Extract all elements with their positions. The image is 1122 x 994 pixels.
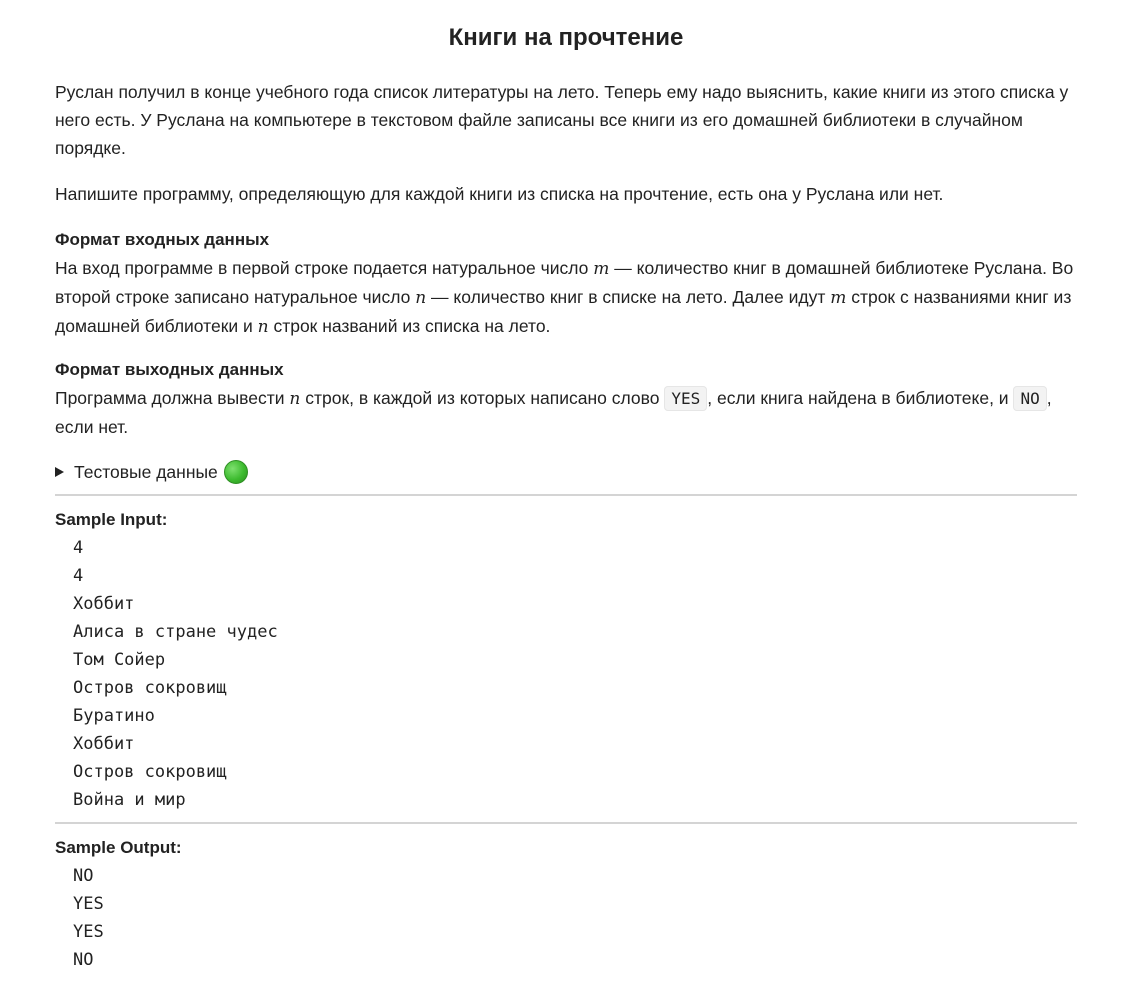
sample-output-line: YES bbox=[73, 894, 104, 914]
sample-input-line: Буратино bbox=[73, 706, 155, 726]
disclosure-triangle-icon bbox=[55, 467, 64, 477]
sample-output-block: NO YES YES NO bbox=[73, 862, 104, 974]
test-data-label: Тестовые данные bbox=[74, 462, 218, 482]
math-var-m: m bbox=[593, 259, 610, 279]
code-no: NO bbox=[1013, 386, 1047, 411]
sample-input-line: Хоббит bbox=[73, 734, 135, 754]
math-var-n: n bbox=[289, 389, 301, 409]
green-circle-icon bbox=[223, 460, 248, 484]
math-var-m: m bbox=[830, 288, 847, 308]
input-format-text: На вход программе в первой строке подает… bbox=[55, 254, 1077, 341]
sample-input-line: 4 bbox=[73, 566, 84, 586]
sample-output-line: NO bbox=[73, 866, 94, 886]
task-description: Руслан получил в конце учебного года спи… bbox=[55, 82, 1069, 158]
sample-input-line: Хоббит bbox=[73, 594, 135, 614]
input-format-text-3: — количество книг в списке на лето. Дале… bbox=[426, 287, 831, 307]
sample-input-line: Остров сокровищ bbox=[73, 762, 227, 782]
math-var-n: n bbox=[257, 317, 269, 337]
page-title: Книги на прочтение bbox=[448, 24, 684, 51]
input-format-title: Формат входных данных bbox=[55, 230, 270, 249]
sample-input-line: 4 bbox=[73, 538, 84, 558]
sample-input-line: Остров сокровищ bbox=[73, 678, 227, 698]
output-format-text-2: строк, в каждой из которых написано слов… bbox=[300, 388, 665, 408]
output-format-title: Формат выходных данных bbox=[55, 360, 284, 379]
input-format-text-1: На вход программе в первой строке подает… bbox=[55, 258, 594, 278]
math-var-n: n bbox=[415, 288, 427, 308]
sample-input-line: Война и мир bbox=[73, 790, 186, 810]
sample-input-line: Алиса в стране чудес bbox=[73, 622, 278, 642]
sample-output-line: NO bbox=[73, 950, 94, 970]
input-format-text-5: строк названий из списка на лето. bbox=[268, 316, 551, 336]
page: Книги на прочтение Руслан получил в конц… bbox=[0, 0, 1122, 994]
sample-output-line: YES bbox=[73, 922, 104, 942]
sample-input-title: Sample Input: bbox=[55, 510, 168, 529]
sample-input-block: 4 4 Хоббит Алиса в стране чудес Том Сойе… bbox=[73, 534, 278, 814]
divider bbox=[55, 822, 1077, 824]
sample-output-title: Sample Output: bbox=[55, 838, 182, 857]
output-format-text-3: , если книга найдена в библиотеке, и bbox=[707, 388, 1014, 408]
test-data-toggle[interactable]: Тестовые данные bbox=[55, 458, 248, 486]
output-format-section: Формат выходных данных Программа должна … bbox=[55, 356, 1077, 441]
task-instruction: Напишите программу, определяющую для каж… bbox=[55, 184, 944, 204]
output-format-text-1: Программа должна вывести bbox=[55, 388, 290, 408]
code-yes: YES bbox=[664, 386, 708, 411]
input-format-section: Формат входных данных На вход программе … bbox=[55, 226, 1077, 341]
sample-input-line: Том Сойер bbox=[73, 650, 166, 670]
divider bbox=[55, 494, 1077, 496]
output-format-text: Программа должна вывести n строк, в кажд… bbox=[55, 384, 1077, 441]
